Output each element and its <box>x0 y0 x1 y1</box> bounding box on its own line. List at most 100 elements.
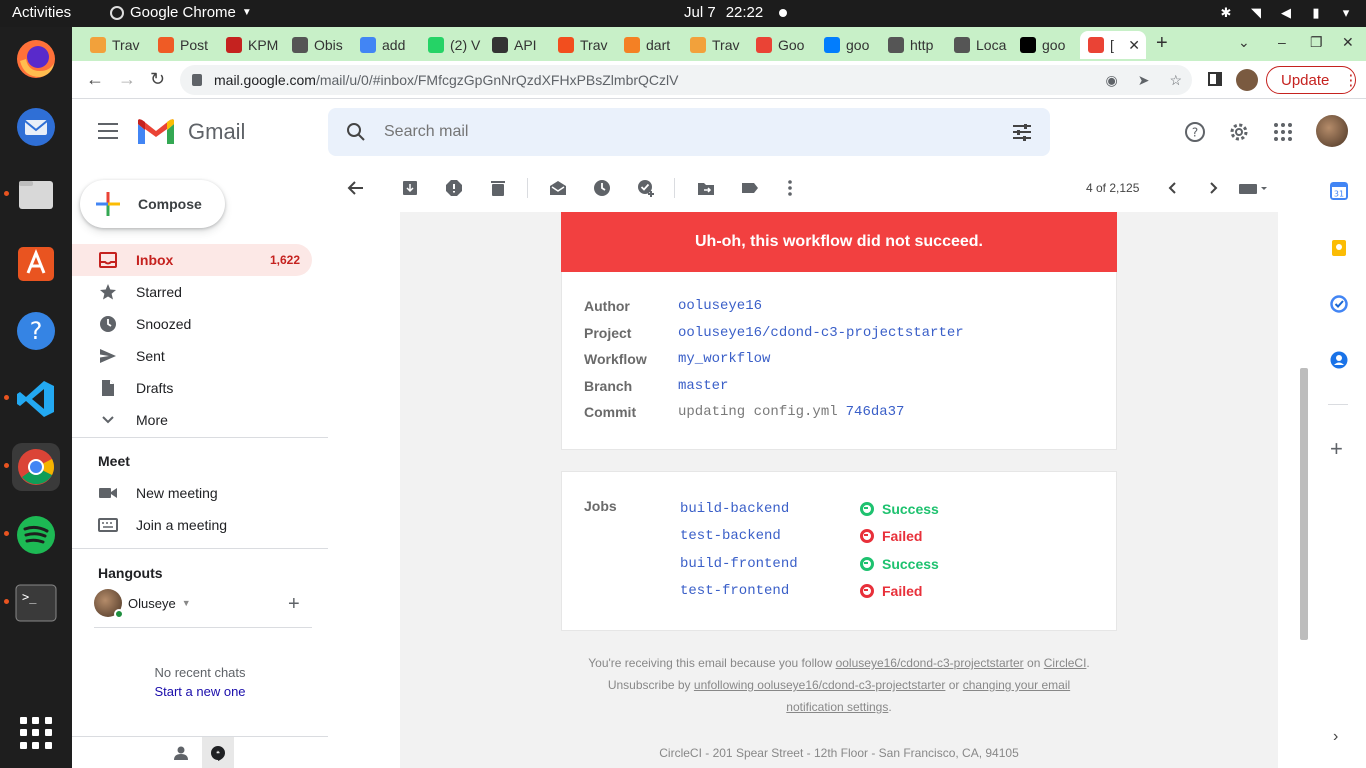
more-options-icon[interactable] <box>781 179 799 197</box>
eye-icon[interactable]: ◉ <box>1105 72 1117 89</box>
browser-tab[interactable]: goo <box>816 31 878 59</box>
report-spam-icon[interactable] <box>445 179 463 197</box>
minimize-button[interactable]: – <box>1278 34 1286 50</box>
add-chat-icon[interactable]: + <box>288 593 300 616</box>
job-name-link[interactable]: build-frontend <box>680 556 860 572</box>
branch-link[interactable]: master <box>678 378 728 394</box>
search-input[interactable] <box>384 123 964 141</box>
email-scrollbar[interactable] <box>1298 212 1310 768</box>
scrollbar-thumb[interactable] <box>1300 368 1308 640</box>
browser-tab[interactable]: goo <box>1012 31 1078 59</box>
gmail-logo-icon[interactable] <box>136 118 176 146</box>
chat-tab[interactable]: ❝ <box>202 737 234 768</box>
spotify-icon[interactable] <box>4 511 60 559</box>
author-link[interactable]: ooluseye16 <box>678 298 762 314</box>
search-options-icon[interactable] <box>1012 123 1032 141</box>
delete-trash-icon[interactable] <box>489 179 507 197</box>
get-addons-plus-icon[interactable]: + <box>1330 436 1343 462</box>
add-to-tasks-icon[interactable] <box>637 179 655 197</box>
join-meeting-item[interactable]: Join a meeting <box>72 509 312 541</box>
tasks-icon[interactable] <box>1330 295 1348 313</box>
hangouts-user[interactable]: Oluseye ▼ <box>94 589 191 619</box>
browser-tab[interactable]: Goo <box>748 31 814 59</box>
slack-tray-icon[interactable]: ✱ <box>1218 5 1234 21</box>
mark-unread-icon[interactable] <box>549 179 567 197</box>
tab-search-icon[interactable]: ⌄ <box>1238 34 1250 51</box>
battery-icon[interactable]: ▮ <box>1308 5 1324 21</box>
help-icon[interactable]: ? <box>12 307 60 355</box>
address-bar[interactable]: mail.google.com/mail/u/0/#inbox/FMfcgzGp… <box>180 65 1192 95</box>
update-button[interactable]: Update ⋮ <box>1266 66 1358 94</box>
back-icon[interactable]: ← <box>86 69 104 90</box>
gmail-wordmark[interactable]: Gmail <box>188 119 245 145</box>
volume-icon[interactable]: ◀ <box>1278 5 1294 21</box>
search-bar[interactable] <box>328 108 1050 156</box>
compose-button[interactable]: Compose <box>80 180 225 228</box>
start-new-chat-link[interactable]: Start a new one <box>72 684 328 699</box>
search-icon[interactable] <box>346 122 366 142</box>
power-menu-icon[interactable]: ▾ <box>1338 5 1354 21</box>
unfollow-link[interactable]: unfollowing ooluseye16/cdond-c3-projects… <box>694 678 945 692</box>
forward-icon[interactable]: → <box>118 69 136 90</box>
main-menu-icon[interactable] <box>98 123 118 139</box>
nav-inbox[interactable]: Inbox 1,622 <box>72 244 312 276</box>
job-name-link[interactable]: build-backend <box>680 501 860 517</box>
archive-icon[interactable] <box>401 179 419 197</box>
system-tray[interactable]: ✱ ◥ ◀ ▮ ▾ <box>1218 5 1354 21</box>
vscode-icon[interactable] <box>4 375 60 423</box>
show-side-panel-chevron-icon[interactable]: › <box>1333 728 1338 746</box>
browser-tab[interactable]: Loca <box>946 31 1010 59</box>
label-tag-icon[interactable] <box>741 179 759 197</box>
bookmark-star-icon[interactable]: ☆ <box>1169 72 1182 89</box>
commit-hash-link[interactable]: 746da37 <box>846 404 905 420</box>
older-chevron-right-icon[interactable] <box>1204 179 1222 197</box>
nav-sent[interactable]: Sent <box>72 340 312 372</box>
browser-tab[interactable]: KPM <box>218 31 282 59</box>
move-to-icon[interactable] <box>697 179 715 197</box>
side-panel-icon[interactable] <box>1208 72 1222 86</box>
circleci-link[interactable]: CircleCI <box>1044 656 1087 670</box>
snooze-clock-icon[interactable] <box>593 179 611 197</box>
clock[interactable]: Jul 7 22:22 <box>684 4 788 21</box>
app-menu[interactable]: Google Chrome ▼ <box>110 4 252 21</box>
account-avatar[interactable] <box>1316 115 1348 147</box>
new-tab-button[interactable]: + <box>1156 32 1168 55</box>
workflow-link[interactable]: my_workflow <box>678 351 770 367</box>
app-center-icon[interactable] <box>12 239 60 287</box>
browser-tab[interactable]: API <box>484 31 548 59</box>
input-tools-keyboard-icon[interactable] <box>1239 183 1269 195</box>
files-icon[interactable] <box>4 171 60 219</box>
activities-button[interactable]: Activities <box>12 4 71 21</box>
contacts-person-icon[interactable] <box>174 746 188 760</box>
project-footer-link[interactable]: ooluseye16/cdond-c3-projectstarter <box>836 656 1024 670</box>
show-applications-icon[interactable] <box>20 717 52 749</box>
firefox-icon[interactable] <box>12 35 60 83</box>
restore-button[interactable]: ❐ <box>1310 34 1323 51</box>
browser-tab[interactable]: dart <box>616 31 680 59</box>
thunderbird-icon[interactable] <box>12 103 60 151</box>
chrome-icon[interactable] <box>4 443 60 491</box>
browser-tab[interactable]: Post <box>150 31 216 59</box>
browser-tab-active[interactable]: [✕ <box>1080 31 1146 59</box>
back-to-inbox-icon[interactable] <box>346 179 364 197</box>
keep-icon[interactable] <box>1330 239 1348 257</box>
reload-icon[interactable]: ↻ <box>150 69 165 90</box>
contacts-icon[interactable] <box>1330 351 1348 369</box>
settings-gear-icon[interactable] <box>1228 121 1250 143</box>
nav-starred[interactable]: Starred <box>72 276 312 308</box>
nav-snoozed[interactable]: Snoozed <box>72 308 312 340</box>
browser-tab[interactable]: Trav <box>682 31 746 59</box>
browser-tab[interactable]: http <box>880 31 944 59</box>
job-name-link[interactable]: test-backend <box>680 528 860 544</box>
help-icon[interactable]: ? <box>1184 121 1206 143</box>
job-name-link[interactable]: test-frontend <box>680 583 860 599</box>
browser-tab[interactable]: Obis <box>284 31 350 59</box>
newer-chevron-left-icon[interactable] <box>1164 179 1182 197</box>
browser-tab[interactable]: Trav <box>550 31 614 59</box>
browser-tab[interactable]: add <box>352 31 418 59</box>
profile-avatar[interactable] <box>1236 69 1258 91</box>
wifi-icon[interactable]: ◥ <box>1248 5 1264 21</box>
email-settings-link[interactable]: changing your email <box>963 678 1070 692</box>
share-icon[interactable]: ➤ <box>1138 72 1150 89</box>
email-settings-link[interactable]: notification settings <box>786 700 888 714</box>
